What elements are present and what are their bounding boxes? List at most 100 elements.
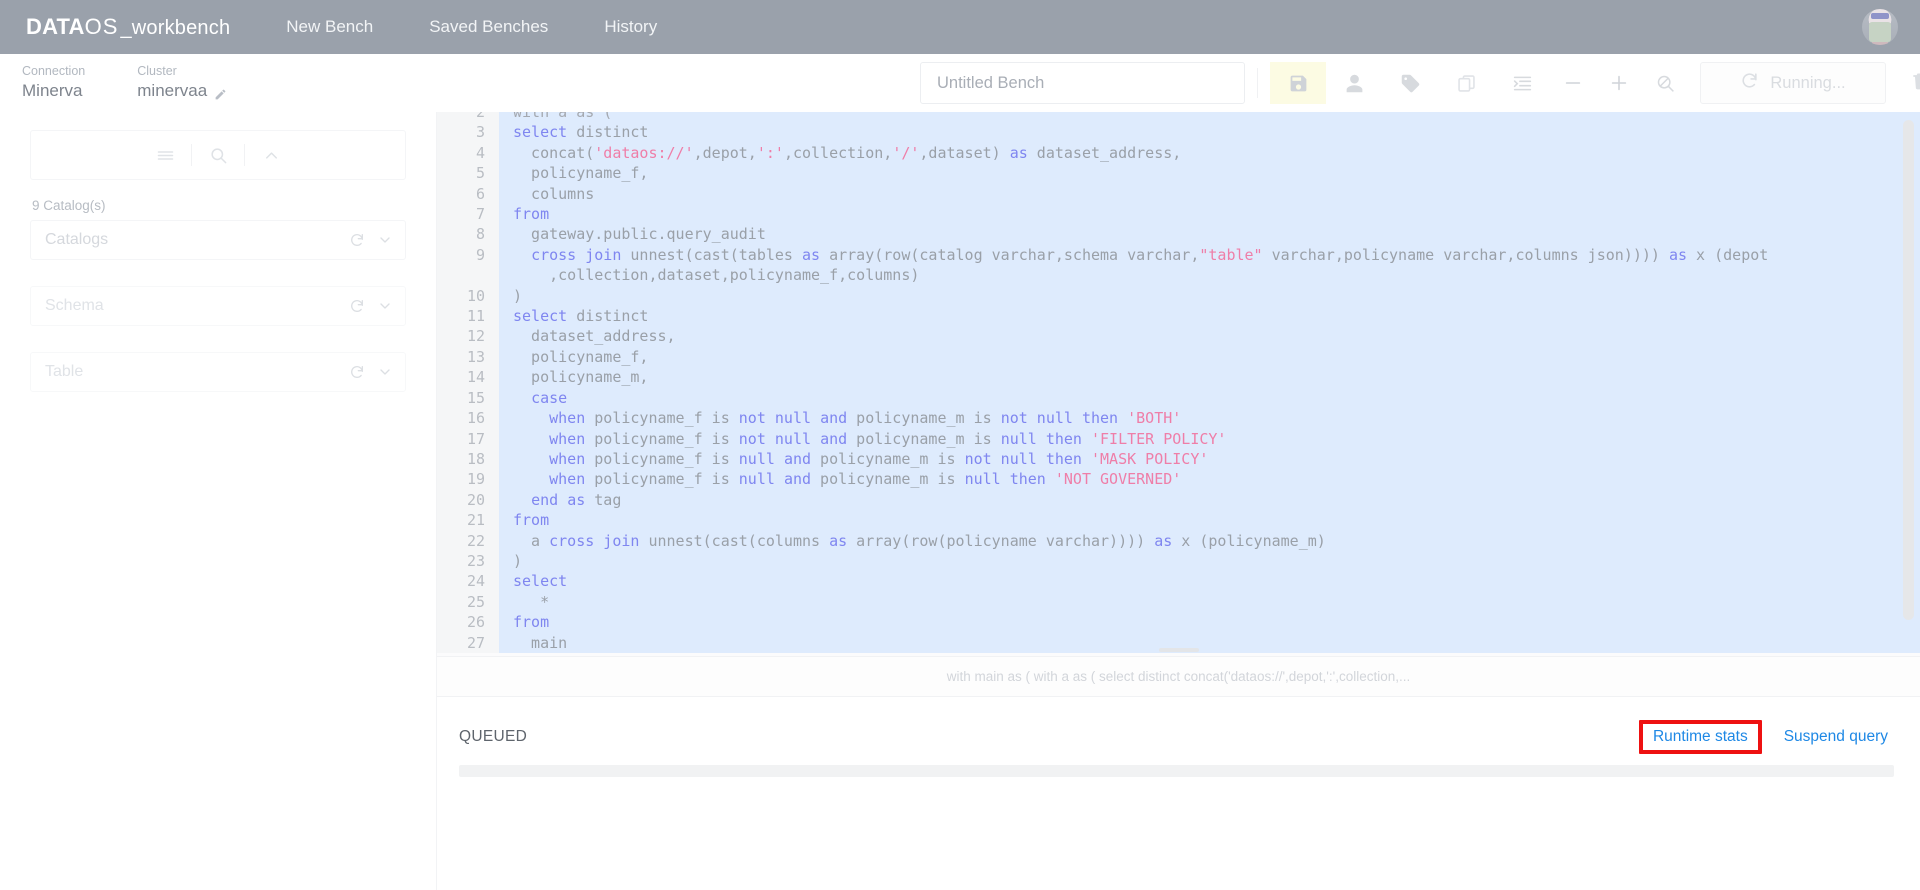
nav-history[interactable]: History <box>604 17 657 37</box>
minus-icon <box>1562 72 1584 94</box>
search-off-button[interactable] <box>1642 62 1688 104</box>
query-preview-strip: with main as ( with a as ( select distin… <box>437 657 1920 697</box>
code-line[interactable]: 6 columns <box>437 183 1920 205</box>
cluster-group: Cluster minervaa <box>137 64 227 102</box>
catalog-count-label: 9 Catalog(s) <box>32 198 106 213</box>
code-line[interactable]: ,collection,dataset,policyname_f,columns… <box>437 265 1920 286</box>
schema-select[interactable]: Schema <box>30 286 406 326</box>
line-text: select <box>499 571 1920 592</box>
connection-info: Connection Minerva Cluster minervaa <box>0 64 227 102</box>
refresh-icon[interactable] <box>349 298 365 314</box>
tag-icon <box>1400 73 1421 94</box>
line-text: * <box>499 591 1920 613</box>
code-line[interactable]: 20 end as tag <box>437 489 1920 511</box>
catalog-sidebar: 9 Catalog(s) Catalogs Schema Table <box>0 112 437 890</box>
code-line[interactable]: 3 select distinct <box>437 122 1920 143</box>
line-number: 26 <box>437 612 499 633</box>
run-query-button[interactable]: Running... <box>1700 62 1886 104</box>
editor-resize-grip[interactable] <box>1158 648 1199 652</box>
line-number: 14 <box>437 367 499 388</box>
code-line[interactable]: 19 when policyname_f is null and policyn… <box>437 469 1920 490</box>
run-button-label: Running... <box>1770 73 1846 92</box>
trash-icon <box>1910 71 1920 96</box>
zoom-in-button[interactable] <box>1596 62 1642 104</box>
runtime-stats-link[interactable]: Runtime stats <box>1638 720 1762 754</box>
editor-vertical-scrollbar[interactable] <box>1903 120 1914 620</box>
code-line[interactable]: 26 from <box>437 612 1920 633</box>
code-line[interactable]: 7 from <box>437 204 1920 225</box>
search-icon[interactable] <box>192 140 244 170</box>
editor-column: 2 with a as (3 select distinct 4 concat('da… <box>437 112 1920 890</box>
line-number: 11 <box>437 306 499 327</box>
code-line[interactable]: 5 policyname_f, <box>437 163 1920 184</box>
bench-name-input[interactable] <box>920 62 1245 104</box>
line-number: 16 <box>437 408 499 429</box>
code-line[interactable]: 11 select distinct <box>437 306 1920 327</box>
user-avatar[interactable] <box>1862 9 1898 45</box>
code-line[interactable]: 18 when policyname_f is null and policyn… <box>437 448 1920 470</box>
chevron-up-icon[interactable] <box>245 140 297 170</box>
table-select[interactable]: Table <box>30 352 406 392</box>
catalogs-select[interactable]: Catalogs <box>30 220 406 260</box>
code-line[interactable]: 8 gateway.public.query_audit <box>437 224 1920 245</box>
toolbar-divider-1 <box>1257 68 1258 98</box>
line-text: with a as ( <box>499 112 1920 123</box>
code-line[interactable]: 22 a cross join unnest(cast(columns as a… <box>437 530 1920 551</box>
line-number: 5 <box>437 163 499 184</box>
delete-bench-button[interactable] <box>1896 62 1920 104</box>
code-line[interactable]: 21 from <box>437 510 1920 531</box>
main-nav-links: New Bench Saved Benches History <box>286 17 657 37</box>
line-text: when policyname_f is not null and policy… <box>499 408 1920 429</box>
sql-code-lines[interactable]: 2 with a as (3 select distinct 4 concat('da… <box>437 112 1920 653</box>
code-line[interactable]: 13 policyname_f, <box>437 346 1920 368</box>
line-text: when policyname_f is null and policyname… <box>499 448 1920 470</box>
sub-header-bar: Connection Minerva Cluster minervaa Unti… <box>0 54 1920 112</box>
code-line[interactable]: 24 select <box>437 571 1920 592</box>
code-line[interactable]: 9 cross join unnest(cast(tables as array… <box>437 244 1920 266</box>
line-number: 4 <box>437 142 499 164</box>
code-line[interactable]: 10) <box>437 285 1920 307</box>
code-line[interactable]: 15 case <box>437 387 1920 409</box>
line-text: gateway.public.query_audit <box>499 224 1920 245</box>
share-user-button[interactable] <box>1326 62 1382 104</box>
sql-editor[interactable]: 2 with a as (3 select distinct 4 concat('da… <box>437 112 1920 657</box>
code-line[interactable]: 12 dataset_address, <box>437 326 1920 347</box>
results-header: QUEUED Runtime stats Suspend query <box>459 719 1894 755</box>
edit-pencil-icon[interactable] <box>214 85 227 99</box>
format-indent-button[interactable] <box>1494 62 1550 104</box>
copy-button[interactable] <box>1438 62 1494 104</box>
line-text: cross join unnest(cast(tables as array(r… <box>499 244 1920 266</box>
table-select-label: Table <box>45 363 84 380</box>
chevron-down-icon[interactable] <box>377 232 393 248</box>
code-line[interactable]: 25 * <box>437 591 1920 613</box>
app-logo[interactable]: DATA OS _workbench <box>26 14 230 40</box>
refresh-icon[interactable] <box>349 364 365 380</box>
line-number: 23 <box>437 550 499 572</box>
nav-saved-benches[interactable]: Saved Benches <box>429 17 548 37</box>
save-button[interactable] <box>1270 62 1326 104</box>
code-line[interactable]: 14 policyname_m, <box>437 367 1920 388</box>
line-number: 7 <box>437 204 499 225</box>
cluster-label: Cluster <box>137 64 177 78</box>
code-line[interactable]: 17 when policyname_f is not null and pol… <box>437 428 1920 449</box>
nav-new-bench[interactable]: New Bench <box>286 17 373 37</box>
menu-icon[interactable] <box>139 140 191 170</box>
line-text: select distinct <box>499 122 1920 143</box>
tag-button[interactable] <box>1382 62 1438 104</box>
line-text: when policyname_f is null and policyname… <box>499 469 1920 490</box>
catalogs-select-label: Catalogs <box>45 231 109 248</box>
zoom-out-button[interactable] <box>1550 62 1596 104</box>
code-line[interactable]: 2 with a as ( <box>437 112 1920 123</box>
code-line[interactable]: 4 concat('dataos://',depot,':',collectio… <box>437 142 1920 164</box>
line-number: 6 <box>437 183 499 205</box>
chevron-down-icon[interactable] <box>377 298 393 314</box>
suspend-query-link[interactable]: Suspend query <box>1778 725 1894 749</box>
line-text: when policyname_f is not null and policy… <box>499 428 1920 449</box>
code-line[interactable]: 16 when policyname_f is not null and pol… <box>437 408 1920 429</box>
connection-group: Connection Minerva <box>22 64 85 102</box>
refresh-icon[interactable] <box>349 232 365 248</box>
chevron-down-icon[interactable] <box>377 364 393 380</box>
logo-os-text: OS <box>84 14 119 39</box>
cluster-value: minervaa <box>137 81 208 100</box>
code-line[interactable]: 23) <box>437 550 1920 572</box>
